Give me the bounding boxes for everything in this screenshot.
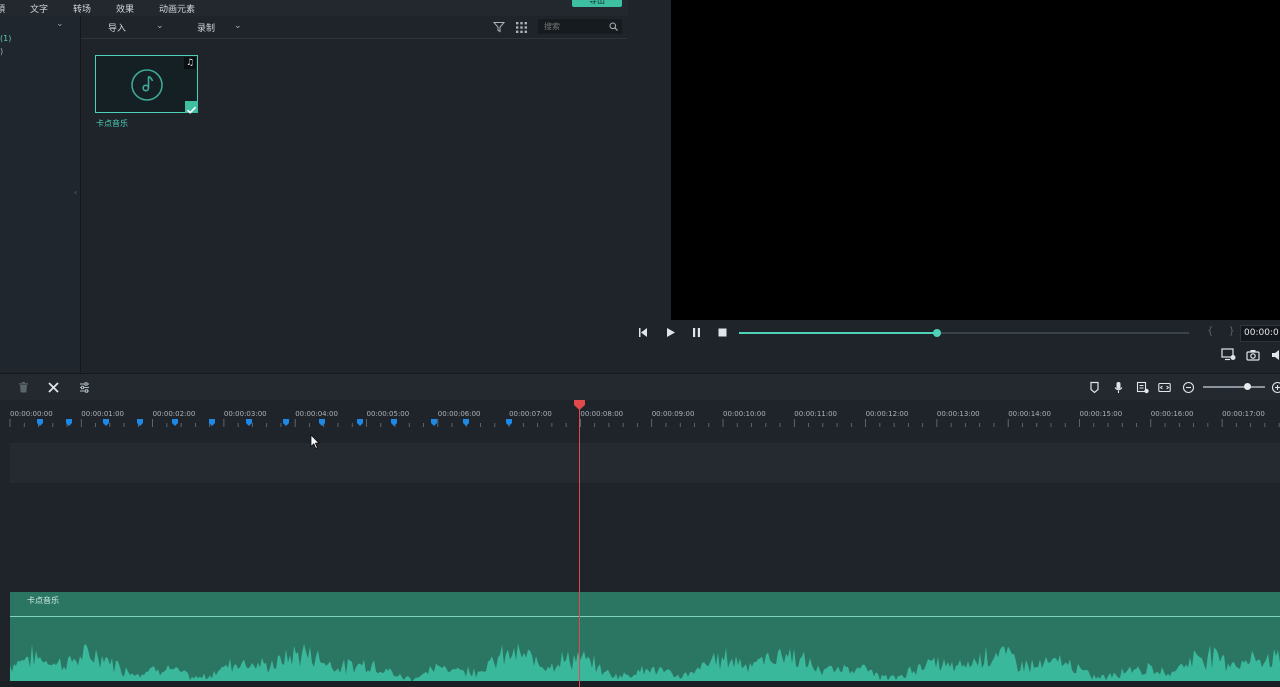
mouse-cursor-icon [310,434,320,450]
menu-item-titles[interactable]: 文字 [30,2,48,15]
ruler-label: 00:00:02:00 [152,410,196,418]
zoom-slider[interactable] [1203,386,1265,388]
play-icon[interactable] [665,327,676,338]
zoom-slider-handle[interactable] [1244,383,1252,390]
playback-progress-slider[interactable] [739,329,1189,337]
ruler-label: 00:00:06:00 [437,410,481,418]
adjust-settings-icon[interactable] [78,381,91,394]
marker-shield-icon[interactable] [1088,381,1101,394]
progress-fill [739,332,937,334]
playhead-handle-icon[interactable] [574,400,585,410]
microphone-icon[interactable] [1112,381,1125,394]
preview-panel: { } 00:00:0 [629,0,1280,372]
beat-marker-icon[interactable] [391,419,397,426]
audio-clip-label: 卡点音乐 [27,596,59,605]
delete-trash-icon[interactable] [17,381,30,394]
ruler-label: 00:00:16:00 [1150,410,1194,418]
beat-marker-icon[interactable] [246,419,252,426]
zoom-out-icon[interactable] [1182,381,1195,394]
checkmark-icon[interactable] [185,101,198,114]
ruler-label: 00:00:12:00 [865,410,909,418]
beat-marker-icon[interactable] [37,419,43,426]
video-track[interactable] [10,443,1280,483]
audio-type-badge-icon: ♫ [184,57,196,69]
beat-marker-icon[interactable] [463,419,469,426]
ruler-label: 00:00:17:00 [1222,410,1265,418]
ruler-label: 00:00:00:00 [10,410,53,418]
beat-marker-icon[interactable] [137,419,143,426]
zoom-in-icon[interactable] [1271,381,1280,394]
import-chevron-icon[interactable]: ⌄ [156,21,164,31]
beat-marker-icon[interactable] [283,419,289,426]
menu-item-elements[interactable]: 动画元素 [159,2,195,15]
media-item-thumbnail[interactable]: ♫ [95,55,198,114]
in-out-marker-buttons[interactable]: { } [1207,326,1241,337]
ruler-label: 00:00:08:00 [580,410,624,418]
ruler-label: 00:00:03:00 [223,410,267,418]
beat-marker-icon[interactable] [357,419,363,426]
audio-clip[interactable]: 卡点音乐 [10,592,1280,681]
volume-icon[interactable] [1272,350,1280,360]
ruler-label: 00:00:14:00 [1008,410,1051,418]
import-dropdown[interactable]: 导入 [108,21,126,34]
ruler-ticks [9,419,1280,427]
filter-icon[interactable] [493,21,505,33]
beat-marker-icon[interactable] [506,419,512,426]
cut-scissors-icon[interactable] [47,381,60,394]
beat-marker-icon[interactable] [103,419,109,426]
export-button[interactable]: 导出 [572,0,622,7]
record-dropdown[interactable]: 录制 [197,21,215,34]
search-input[interactable] [544,21,604,32]
empty-track[interactable] [10,484,1280,591]
timecode-display: 00:00:0 [1240,325,1280,342]
ruler-label: 00:00:11:00 [794,410,838,418]
ruler-label: 00:00:05:00 [366,410,410,418]
fit-timeline-icon[interactable] [1158,381,1171,394]
beat-marker-icon[interactable] [172,419,178,426]
search-box [538,19,622,34]
left-nav-panel: ⌄ (1) ) ‹ [0,16,81,372]
volume-line[interactable] [10,616,1280,617]
display-settings-icon[interactable] [1221,348,1236,361]
menu-item-effects[interactable]: 效果 [116,2,134,15]
snapshot-camera-icon[interactable] [1246,349,1260,361]
ruler-label: 00:00:07:00 [509,410,552,418]
menu-item-media[interactable]: 頭 [0,2,5,15]
stop-icon[interactable] [717,327,728,338]
waveform-shape [10,643,1280,681]
record-chevron-icon[interactable]: ⌄ [234,21,242,31]
step-back-icon[interactable] [638,327,649,338]
pause-icon[interactable] [691,327,702,338]
grid-view-icon[interactable] [516,22,527,33]
ruler-label: 00:00:04:00 [295,410,338,418]
music-note-icon [131,69,163,101]
ruler-label: 00:00:01:00 [81,410,125,418]
playhead-line[interactable] [579,404,580,687]
nav-item-count[interactable]: (1) [0,34,11,43]
audio-waveform [10,643,1280,681]
menu-item-transitions[interactable]: 转场 [73,2,91,15]
media-library-panel: 导入 ⌄ 录制 ⌄ ♫ 卡点音乐 [81,16,627,372]
timeline-toolbar [0,373,1280,400]
media-toolbar: 导入 ⌄ 录制 ⌄ [81,16,627,39]
ruler-label: 00:00:10:00 [723,410,766,418]
ruler-label: 00:00:15:00 [1079,410,1123,418]
media-item-label: 卡点音乐 [96,119,128,128]
bottom-strip [0,681,1280,687]
search-icon[interactable] [609,22,618,31]
beat-marker-icon[interactable] [431,419,437,426]
preview-canvas[interactable] [671,0,1280,320]
ruler-label: 00:00:13:00 [936,410,980,418]
audio-mixer-icon[interactable] [1136,381,1149,394]
timeline-ruler[interactable]: 00:00:00:00 00:00:01:00 00:00:02:00 00:00:0… [0,400,1280,442]
top-menu-bar: 頭 文字 转场 效果 动画元素 导出 [0,0,628,16]
progress-handle[interactable] [933,329,941,337]
ruler-label: 00:00:09:00 [651,410,695,418]
collapse-chevron-icon[interactable]: ⌄ [56,19,64,29]
nav-item-count-2[interactable]: ) [0,47,3,56]
panel-resize-handle-icon[interactable]: ‹ [74,188,77,197]
